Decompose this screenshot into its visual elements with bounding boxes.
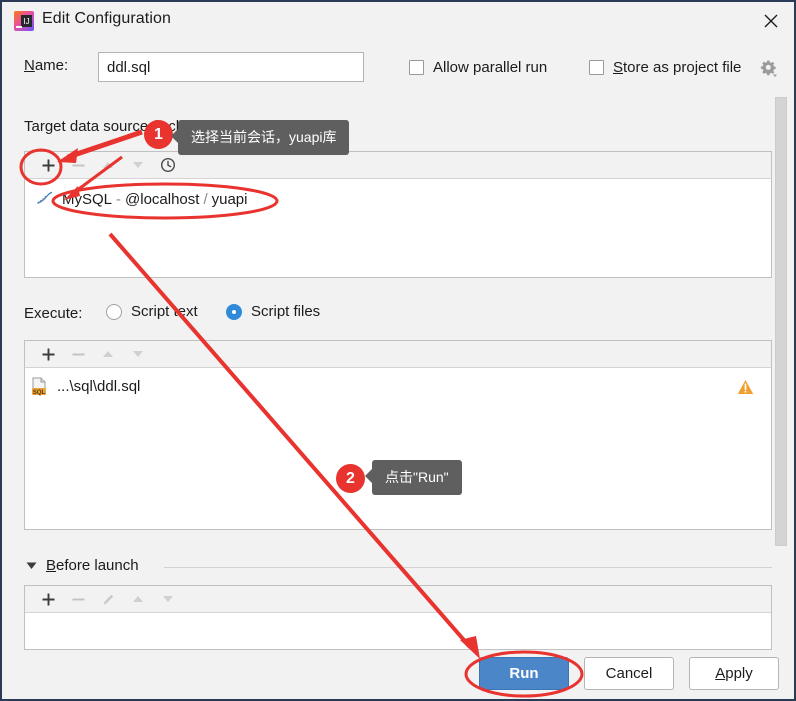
mysql-icon <box>36 190 56 208</box>
minus-icon[interactable] <box>63 341 93 367</box>
vertical-scrollbar-thumb[interactable] <box>775 97 787 546</box>
plus-icon[interactable] <box>33 152 63 178</box>
store-as-project-file-label: Store as project file <box>613 59 741 76</box>
annotation-tooltip-2: 点击"Run" <box>365 460 462 495</box>
name-label-mnemonic: N <box>24 57 35 74</box>
plus-icon[interactable] <box>33 341 63 367</box>
radio-indicator[interactable] <box>106 303 122 320</box>
apply-mnemonic: A <box>715 665 726 682</box>
close-icon[interactable] <box>748 2 794 40</box>
gear-icon[interactable] <box>759 59 778 78</box>
execute-label: Execute: <box>24 305 83 322</box>
minus-icon[interactable] <box>63 586 93 612</box>
data-source-host: @localhost <box>125 190 200 208</box>
radio-script-text-label: Script text <box>131 303 198 320</box>
before-launch-divider <box>164 567 772 568</box>
before-launch-list[interactable] <box>24 613 772 650</box>
data-source-schema: yuapi <box>211 190 248 208</box>
store-label-mnemonic: S <box>613 59 624 76</box>
annotation-tooltip-1: 选择当前会话，yuapi库 <box>170 120 350 155</box>
sql-file-icon: SQL <box>30 377 50 396</box>
data-source-toolbar <box>24 151 772 179</box>
clock-icon[interactable] <box>153 152 183 178</box>
radio-script-files-label: Script files <box>251 303 321 320</box>
before-launch-toolbar <box>24 585 772 613</box>
svg-text:SQL: SQL <box>33 390 46 396</box>
triangle-down-icon[interactable] <box>26 557 37 574</box>
before-launch-label: Before launch <box>46 557 139 574</box>
before-launch-label-rest: efore launch <box>56 557 139 574</box>
warning-icon <box>737 379 754 395</box>
intellij-idea-icon: IJ <box>14 11 34 31</box>
radio-script-text[interactable]: Script text <box>106 303 198 320</box>
run-button[interactable]: Run <box>479 657 569 690</box>
arrow-up-icon[interactable] <box>123 586 153 612</box>
checkbox-box[interactable] <box>409 60 424 75</box>
cancel-button[interactable]: Cancel <box>584 657 674 690</box>
script-files-toolbar <box>24 340 772 368</box>
checkbox-box[interactable] <box>589 60 604 75</box>
arrow-down-icon[interactable] <box>153 586 183 612</box>
data-source-dash: - <box>116 190 122 208</box>
allow-parallel-run-label: Allow parallel run <box>433 59 548 76</box>
edit-configuration-dialog: IJ Edit Configuration Name: Allow parall… <box>0 0 796 701</box>
data-source-row[interactable]: MySQL - @localhost / yuapi <box>36 190 247 208</box>
script-file-path: ...\sql\ddl.sql <box>57 378 141 395</box>
apply-label-rest: pply <box>725 665 753 682</box>
annotation-badge-1: 1 <box>144 120 173 149</box>
allow-parallel-run-checkbox[interactable]: Allow parallel run <box>409 59 547 76</box>
minus-icon[interactable] <box>63 152 93 178</box>
window-title: Edit Configuration <box>42 10 171 27</box>
data-source-separator: / <box>203 190 208 208</box>
apply-button[interactable]: Apply <box>689 657 779 690</box>
store-as-project-file-checkbox[interactable]: Store as project file <box>589 59 741 76</box>
arrow-up-icon[interactable] <box>93 152 123 178</box>
before-launch-mnemonic: B <box>46 557 57 574</box>
store-label-rest: tore as project file <box>623 59 742 76</box>
arrow-down-icon[interactable] <box>123 152 153 178</box>
arrow-down-icon[interactable] <box>123 341 153 367</box>
data-source-name: MySQL <box>62 190 113 208</box>
name-input[interactable] <box>98 52 364 82</box>
arrow-up-icon[interactable] <box>93 341 123 367</box>
name-label-rest: ame: <box>34 57 69 74</box>
name-label: Name: <box>24 57 68 74</box>
radio-script-files[interactable]: Script files <box>226 303 320 320</box>
script-file-row[interactable]: SQL ...\sql\ddl.sql <box>30 377 140 396</box>
title-bar: IJ Edit Configuration <box>2 2 794 41</box>
pencil-icon[interactable] <box>93 586 123 612</box>
before-launch-header[interactable]: Before launch <box>26 557 139 574</box>
annotation-badge-2: 2 <box>336 464 365 493</box>
plus-icon[interactable] <box>33 586 63 612</box>
radio-indicator[interactable] <box>226 303 242 320</box>
svg-text:IJ: IJ <box>23 17 29 26</box>
